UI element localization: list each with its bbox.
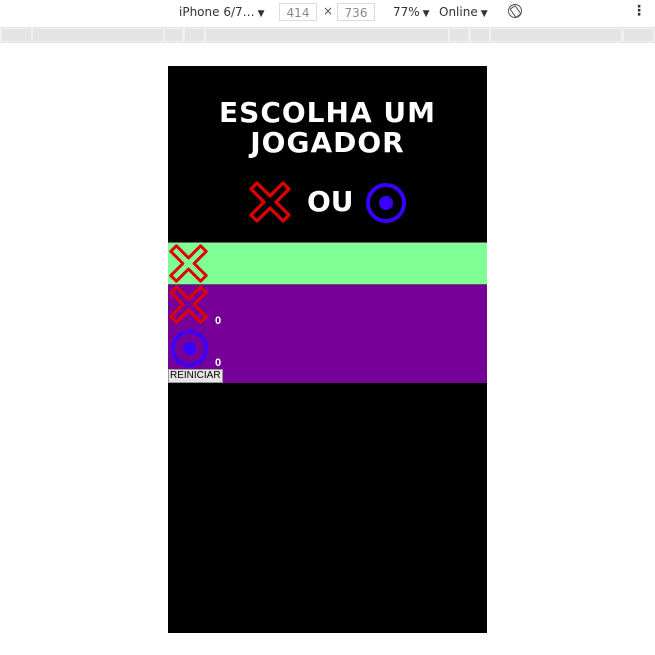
- page-title: ESCOLHA UM JOGADOR: [168, 98, 487, 158]
- network-select[interactable]: Online ▼: [439, 5, 488, 19]
- current-turn-bar: [168, 242, 487, 284]
- network-dropdown-icon: ▼: [480, 9, 488, 19]
- devtools-toolbar: iPhone 6/7… ▼ 414 × 736 77% ▼ Online ▼ ⋮: [0, 0, 655, 26]
- scoreboard: 0 0 REINICIAR: [168, 284, 487, 383]
- media-query-segment[interactable]: [450, 29, 468, 41]
- height-input[interactable]: 736: [337, 3, 375, 21]
- or-label: OU: [307, 185, 354, 218]
- device-select[interactable]: iPhone 6/7… ▼: [179, 5, 265, 19]
- media-query-segment[interactable]: [206, 29, 448, 41]
- zoom-select[interactable]: 77% ▼: [393, 5, 430, 19]
- x-mark-icon: [249, 181, 291, 223]
- circle-dot-icon: [170, 329, 209, 368]
- media-query-segment[interactable]: [165, 29, 182, 41]
- choose-x-button[interactable]: [248, 180, 292, 224]
- media-query-segment[interactable]: [185, 29, 204, 41]
- network-label: Online: [439, 5, 478, 19]
- score-x-value: 0: [215, 315, 222, 327]
- title-line-1: ESCOLHA UM: [219, 96, 436, 129]
- media-query-segment[interactable]: [491, 29, 621, 41]
- device-label: iPhone 6/7…: [179, 5, 255, 19]
- media-query-segment[interactable]: [33, 29, 163, 41]
- device-dropdown-icon: ▼: [257, 9, 265, 19]
- title-line-2: JOGADOR: [250, 126, 405, 159]
- media-query-segment[interactable]: [471, 29, 489, 41]
- zoom-label: 77%: [393, 5, 420, 19]
- choose-o-button[interactable]: [364, 181, 408, 225]
- score-o-value: 0: [215, 357, 222, 369]
- more-options-icon[interactable]: ⋮: [632, 3, 646, 19]
- x-mark-icon: [169, 285, 208, 324]
- media-query-bar[interactable]: [0, 27, 655, 43]
- zoom-dropdown-icon: ▼: [422, 9, 430, 19]
- x-mark-icon: [169, 244, 208, 283]
- width-input[interactable]: 414: [279, 3, 317, 21]
- reset-button[interactable]: REINICIAR: [168, 369, 223, 383]
- media-query-segment[interactable]: [624, 29, 653, 41]
- media-query-segment[interactable]: [2, 29, 31, 41]
- circle-dot-icon: [366, 183, 406, 223]
- rotate-icon[interactable]: [508, 4, 522, 18]
- dimension-separator: ×: [323, 4, 334, 18]
- phone-viewport: ESCOLHA UM JOGADOR OU 0 0 REINICIAR: [168, 66, 487, 633]
